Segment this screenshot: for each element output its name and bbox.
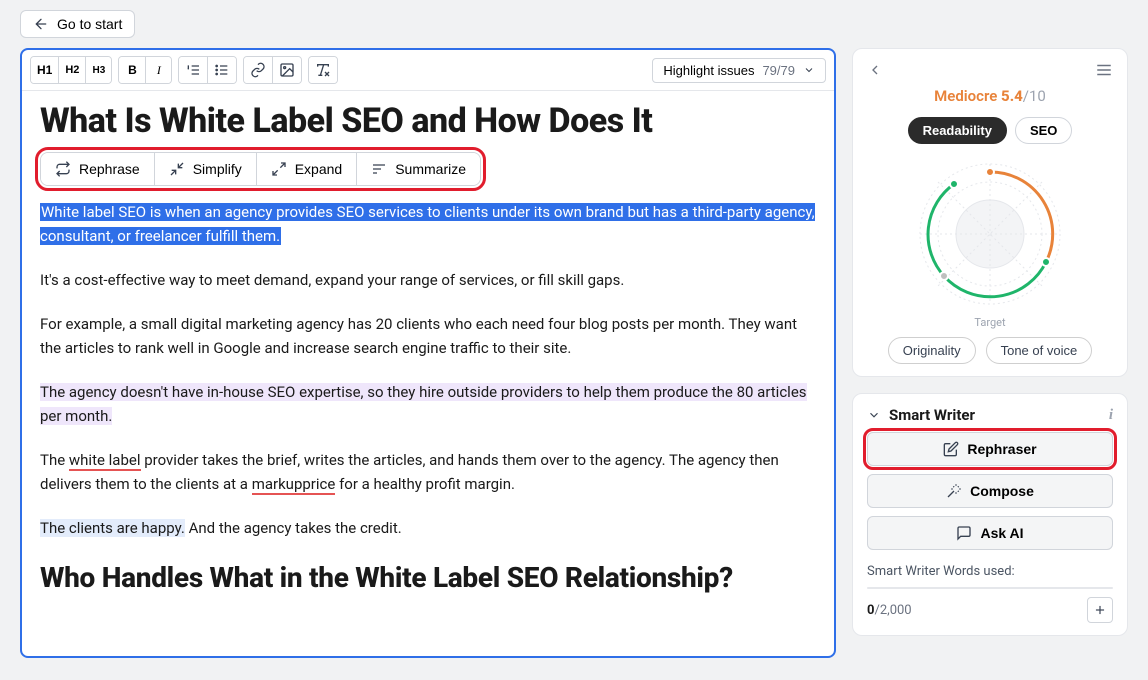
- chip-tone-of-voice[interactable]: Tone of voice: [986, 337, 1093, 364]
- smart-writer-card: Smart Writer i Rephraser Compose Ask AI: [852, 393, 1128, 636]
- heading-2-button[interactable]: H2: [58, 57, 85, 83]
- collapse-panel-button[interactable]: [867, 62, 883, 78]
- go-to-start-button[interactable]: Go to start: [20, 10, 135, 38]
- link-button[interactable]: [244, 57, 272, 83]
- tab-readability[interactable]: Readability: [908, 117, 1007, 144]
- simplify-icon: [169, 161, 185, 177]
- chat-icon: [956, 525, 972, 541]
- chevron-down-icon[interactable]: [867, 408, 881, 422]
- summarize-button[interactable]: Summarize: [356, 153, 480, 185]
- ordered-list-button[interactable]: [179, 57, 207, 83]
- wand-icon: [946, 483, 962, 499]
- sw-usage-bar: [867, 587, 1113, 589]
- chip-originality[interactable]: Originality: [888, 337, 976, 364]
- expand-icon: [271, 161, 287, 177]
- bold-button[interactable]: B: [119, 57, 145, 83]
- expand-button[interactable]: Expand: [256, 153, 356, 185]
- highlight-issues-label: Highlight issues: [663, 63, 754, 78]
- editor-toolbar: H1 H2 H3 B I: [22, 50, 834, 91]
- document-content: White label SEO is when an agency provid…: [40, 200, 816, 595]
- paragraph: It's a cost-effective way to meet demand…: [40, 268, 816, 292]
- compose-button[interactable]: Compose: [867, 474, 1113, 508]
- rephrase-button[interactable]: Rephrase: [41, 153, 154, 185]
- paragraph: For example, a small digital marketing a…: [40, 312, 816, 360]
- smart-writer-title: Smart Writer: [889, 406, 975, 424]
- radar-chart: [867, 154, 1113, 314]
- arrow-left-icon: [33, 16, 49, 32]
- paragraph: The clients are happy. And the agency ta…: [40, 516, 816, 540]
- editor-panel: H1 H2 H3 B I: [20, 48, 836, 658]
- go-to-start-label: Go to start: [57, 16, 122, 32]
- highlight-issue: The agency doesn't have in-house SEO exp…: [40, 383, 807, 425]
- image-button[interactable]: [272, 57, 301, 83]
- rephrase-toolbar: Rephrase Simplify Expand Summarize: [40, 152, 481, 186]
- panel-menu-button[interactable]: [1095, 61, 1113, 79]
- error-underline[interactable]: white label: [69, 451, 141, 471]
- heading-3-button[interactable]: H3: [85, 57, 111, 83]
- document-title: What Is White Label SEO and How Does It: [40, 101, 816, 142]
- content-score: Mediocre 5.4/10: [867, 87, 1113, 105]
- document-subheading: Who Handles What in the White Label SEO …: [40, 560, 816, 595]
- tab-seo[interactable]: SEO: [1015, 117, 1072, 144]
- chevron-down-icon: [803, 64, 815, 76]
- add-words-button[interactable]: [1087, 597, 1113, 623]
- edit-icon: [943, 441, 959, 457]
- summarize-icon: [371, 161, 387, 177]
- error-underline[interactable]: markupprice: [252, 475, 336, 495]
- editor-body[interactable]: What Is White Label SEO and How Does It …: [22, 91, 834, 656]
- issue-count: 79/79: [762, 63, 795, 78]
- refresh-icon: [55, 161, 71, 177]
- clear-format-button[interactable]: [309, 57, 337, 83]
- unordered-list-button[interactable]: [207, 57, 236, 83]
- radar-target-label: Target: [867, 316, 1113, 329]
- highlight-issues-toggle[interactable]: Highlight issues 79/79: [652, 58, 826, 83]
- ask-ai-button[interactable]: Ask AI: [867, 516, 1113, 550]
- info-icon[interactable]: i: [1109, 407, 1113, 424]
- sw-usage-label: Smart Writer Words used:: [867, 564, 1113, 579]
- sw-usage-max: /2,000: [874, 603, 911, 618]
- simplify-button[interactable]: Simplify: [154, 153, 256, 185]
- side-panel: Mediocre 5.4/10 Readability SEO: [852, 48, 1128, 658]
- italic-button[interactable]: I: [145, 57, 171, 83]
- rephraser-button[interactable]: Rephraser: [867, 432, 1113, 466]
- heading-1-button[interactable]: H1: [31, 57, 58, 83]
- highlight-info: The clients are happy.: [40, 519, 185, 537]
- paragraph: The white label provider takes the brief…: [40, 448, 816, 496]
- selected-text: White label SEO is when an agency provid…: [40, 203, 815, 245]
